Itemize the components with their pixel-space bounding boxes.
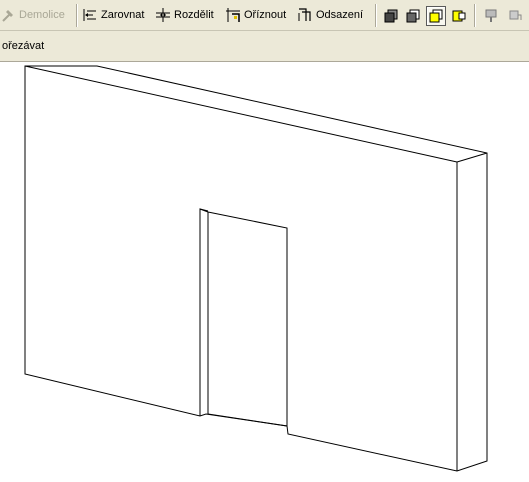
geometry-mode-1-icon: [383, 8, 399, 24]
oriznout-label: Oříznout: [244, 9, 287, 21]
wall-top-right-edge: [456, 152, 488, 163]
zarovnat-label: Zarovnat: [101, 9, 145, 21]
toolbar-separator: [76, 4, 78, 27]
geometry-mode-1-button[interactable]: [381, 6, 401, 26]
demolice-label: Demolice: [19, 9, 65, 21]
align-icon: [82, 7, 98, 23]
toolbar-separator: [375, 4, 377, 27]
geometry-mode-4-button[interactable]: [449, 6, 469, 26]
paint-format-icon: [507, 8, 523, 24]
paint-icon: [484, 8, 500, 24]
paint-format-button[interactable]: [505, 6, 525, 26]
drawing-area[interactable]: [0, 62, 529, 482]
split-icon: [155, 7, 171, 23]
rozdelit-label: Rozdělit: [174, 9, 214, 21]
geometry-mode-4-icon: [451, 8, 467, 24]
zarovnat-button[interactable]: Zarovnat: [82, 6, 144, 24]
trim-icon: [225, 7, 241, 23]
odsazeni-button[interactable]: Odsazení: [297, 6, 363, 24]
wall-front-top-edge: [24, 65, 458, 163]
oriznout-button[interactable]: Oříznout: [225, 6, 286, 24]
geometry-mode-3-icon: [428, 8, 444, 24]
offset-icon: [297, 7, 313, 23]
trim-option-label: ořezávat: [2, 40, 45, 52]
options-bar: ořezávat: [0, 31, 529, 62]
paint-button[interactable]: [482, 6, 502, 26]
main-toolbar: Demolice Zarovnat Rozdělit Oříznout Odsa…: [0, 0, 529, 31]
wall-outline: [24, 65, 488, 472]
demolice-button[interactable]: Demolice: [0, 6, 65, 24]
geometry-mode-3-button[interactable]: [426, 6, 446, 26]
door-opening-front: [207, 211, 288, 426]
door-opening-left: [199, 208, 209, 416]
hammer-icon: [0, 7, 16, 23]
rozdelit-button[interactable]: Rozdělit: [155, 6, 214, 24]
toolbar-separator: [474, 4, 476, 27]
wall-3d-view: [24, 65, 488, 472]
door-threshold: [207, 413, 288, 427]
geometry-mode-2-button[interactable]: [403, 6, 423, 26]
geometry-mode-2-icon: [405, 8, 421, 24]
odsazeni-label: Odsazení: [316, 9, 364, 21]
